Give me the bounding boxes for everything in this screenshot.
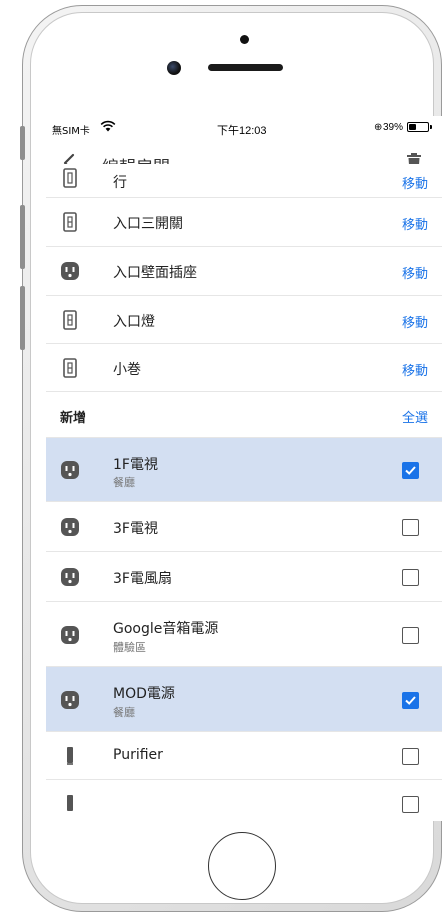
purifier-icon bbox=[67, 795, 73, 811]
battery-tip bbox=[430, 125, 432, 129]
device-name: Google音箱電源 bbox=[113, 621, 219, 637]
checkmark-icon bbox=[405, 696, 416, 705]
wifi-icon bbox=[100, 120, 116, 132]
front-camera-icon bbox=[167, 61, 181, 75]
move-button[interactable]: 移動 bbox=[402, 312, 428, 331]
orientation-lock-icon: ⊕ bbox=[374, 122, 383, 133]
list-item[interactable]: Google音箱電源 體驗區 bbox=[46, 602, 442, 667]
outlet-icon bbox=[61, 262, 79, 280]
device-checkbox[interactable] bbox=[402, 519, 419, 536]
list-item[interactable] bbox=[46, 780, 442, 821]
list-item[interactable]: 3F電視 bbox=[46, 502, 442, 552]
list-item[interactable]: Purifier bbox=[46, 732, 442, 780]
list-item[interactable]: 行 移動 bbox=[46, 164, 442, 198]
device-checkbox[interactable] bbox=[402, 627, 419, 644]
proximity-sensor bbox=[240, 35, 249, 44]
list-item[interactable]: 3F電風扇 bbox=[46, 552, 442, 602]
device-checkbox[interactable] bbox=[402, 796, 419, 813]
mute-switch bbox=[20, 126, 25, 160]
device-name: 3F電視 bbox=[113, 521, 158, 537]
purifier-icon bbox=[67, 747, 73, 765]
device-name: 小巻 bbox=[113, 362, 141, 378]
device-room: 體驗區 bbox=[113, 641, 146, 654]
clock: 下午12:03 bbox=[217, 125, 267, 137]
device-name: 入口燈 bbox=[113, 314, 155, 330]
battery-icon bbox=[407, 122, 429, 132]
device-room: 餐廳 bbox=[113, 706, 135, 719]
device-checkbox[interactable] bbox=[402, 692, 419, 709]
list-item[interactable]: MOD電源 餐廳 bbox=[46, 667, 442, 732]
add-section-header: 新增 全選 bbox=[46, 392, 442, 438]
checkmark-icon bbox=[405, 466, 416, 475]
device-name: 入口三開關 bbox=[113, 216, 183, 232]
status-bar: 無SIM卡 下午12:03 ⊕ 39% bbox=[46, 116, 442, 140]
device-name: 行 bbox=[113, 175, 127, 191]
device-name: 1F電視 bbox=[113, 457, 158, 473]
device-checkbox[interactable] bbox=[402, 462, 419, 479]
volume-up-button bbox=[20, 205, 25, 269]
move-button[interactable]: 移動 bbox=[402, 360, 428, 379]
list-item[interactable]: 小巻 移動 bbox=[46, 344, 442, 392]
move-button[interactable]: 移動 bbox=[402, 263, 428, 282]
battery-percentage: 39% bbox=[383, 122, 404, 133]
outlet-icon bbox=[61, 518, 79, 536]
volume-down-button bbox=[20, 286, 25, 350]
device-name: Purifier bbox=[113, 747, 163, 763]
outlet-icon bbox=[61, 568, 79, 586]
section-title: 新增 bbox=[60, 411, 87, 426]
move-button[interactable]: 移動 bbox=[402, 214, 428, 233]
carrier-label: 無SIM卡 bbox=[52, 126, 90, 137]
outlet-icon bbox=[61, 691, 79, 709]
list-item[interactable]: 入口三開關 移動 bbox=[46, 198, 442, 247]
switch-icon bbox=[63, 168, 77, 188]
move-button[interactable]: 移動 bbox=[402, 173, 428, 192]
outlet-icon bbox=[61, 626, 79, 644]
device-name: 3F電風扇 bbox=[113, 571, 172, 587]
list-item[interactable]: 入口燈 移動 bbox=[46, 296, 442, 344]
device-room: 餐廳 bbox=[113, 476, 135, 489]
select-all-button[interactable]: 全選 bbox=[402, 407, 428, 426]
switch-icon bbox=[63, 212, 77, 232]
switch-icon bbox=[63, 358, 77, 378]
list-item[interactable]: 1F電視 餐廳 bbox=[46, 438, 442, 502]
earpiece-speaker bbox=[208, 64, 283, 71]
device-name: 入口壁面插座 bbox=[113, 265, 197, 281]
device-name: MOD電源 bbox=[113, 686, 175, 702]
list-item[interactable]: 入口壁面插座 移動 bbox=[46, 247, 442, 296]
home-button[interactable] bbox=[208, 832, 276, 900]
switch-icon bbox=[63, 310, 77, 330]
device-checkbox[interactable] bbox=[402, 569, 419, 586]
app-screen: 無SIM卡 下午12:03 ⊕ 39% 編輯房間 bbox=[46, 116, 442, 821]
device-checkbox[interactable] bbox=[402, 748, 419, 765]
battery-fill bbox=[409, 124, 416, 130]
outlet-icon bbox=[61, 461, 79, 479]
